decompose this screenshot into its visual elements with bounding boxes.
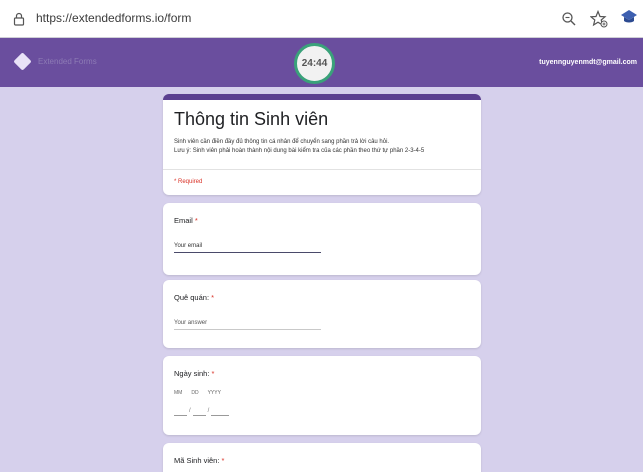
question-label-text: Email bbox=[174, 216, 193, 225]
date-label-month: MM bbox=[174, 390, 183, 396]
year-input[interactable] bbox=[211, 407, 230, 416]
zoom-icon[interactable] bbox=[561, 11, 577, 27]
required-star: * bbox=[192, 216, 198, 225]
form-header-card: Thông tin Sinh viên Sinh viên cần điền đ… bbox=[163, 94, 481, 195]
address-bar[interactable]: https://extendedforms.io/form bbox=[36, 11, 191, 25]
required-note: * Required bbox=[174, 179, 203, 185]
date-label-day: DD bbox=[191, 390, 199, 396]
extension-icon[interactable] bbox=[620, 9, 638, 27]
date-separator: / bbox=[207, 408, 210, 414]
question-card-student-id: Mã Sinh viên: * bbox=[163, 443, 481, 472]
logo-diamond-icon bbox=[13, 52, 32, 71]
question-label: Ngày sinh: * bbox=[174, 369, 214, 378]
form-description-line: Sinh viên cần điền đầy đủ thông tin cá n… bbox=[174, 139, 390, 145]
question-label: Mã Sinh viên: * bbox=[174, 456, 224, 465]
user-email: tuyennguyenmdt@gmail.com bbox=[539, 59, 637, 66]
required-star: * bbox=[219, 456, 225, 465]
question-label-text: Quê quán: bbox=[174, 293, 210, 302]
email-field[interactable]: Your email bbox=[174, 243, 321, 253]
required-star: * bbox=[209, 369, 215, 378]
favorite-icon[interactable] bbox=[590, 10, 608, 28]
question-label: Email * bbox=[174, 216, 198, 225]
date-separator: / bbox=[189, 408, 191, 414]
app-logo[interactable]: Extended Forms bbox=[13, 52, 97, 71]
form-title: Thông tin Sinh viên bbox=[174, 109, 329, 129]
question-card-hometown: Quê quán: * Your answer bbox=[163, 280, 481, 348]
app-name: Extended Forms bbox=[38, 57, 97, 66]
birthdate-field: / / bbox=[174, 407, 230, 416]
question-label: Quê quán: * bbox=[174, 293, 214, 302]
required-star: * bbox=[209, 293, 215, 302]
browser-toolbar: https://extendedforms.io/form bbox=[0, 0, 643, 38]
lock-icon bbox=[13, 12, 25, 26]
app-header: Extended Forms 24:44 tuyennguyenmdt@gmai… bbox=[0, 38, 643, 87]
form-description: Sinh viên cần điền đầy đủ thông tin cá n… bbox=[174, 138, 474, 155]
countdown-timer: 24:44 bbox=[294, 43, 335, 84]
question-card-birthdate: Ngày sinh: * MM DD YYYY / / bbox=[163, 356, 481, 435]
question-card-email: Email * Your email bbox=[163, 203, 481, 275]
date-labels: MM DD YYYY bbox=[174, 390, 221, 396]
form-description-line: Lưu ý: Sinh viên phải hoàn thành nội dun… bbox=[174, 147, 425, 154]
date-label-year: YYYY bbox=[207, 390, 221, 396]
question-label-text: Ngày sinh: bbox=[174, 369, 210, 378]
day-input[interactable] bbox=[192, 407, 206, 416]
hometown-field[interactable]: Your answer bbox=[174, 320, 321, 330]
month-input[interactable] bbox=[174, 407, 187, 416]
question-label-text: Mã Sinh viên: bbox=[174, 456, 220, 465]
divider bbox=[163, 169, 481, 170]
